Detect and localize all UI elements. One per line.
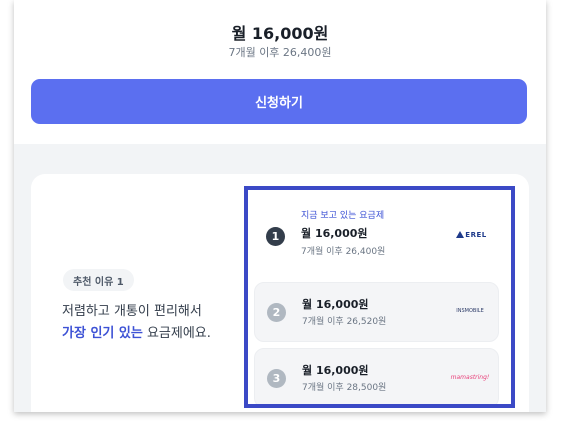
carrier-logo-text: EREL: [465, 231, 487, 239]
carrier-logo-icon: mamastring!: [448, 369, 492, 385]
reason-text-line2: 가장 인기 있는 요금제에요.: [62, 322, 211, 341]
reason-badge: 추천 이유 1: [63, 269, 134, 291]
rank-number-badge: 3: [267, 369, 286, 388]
plan-rank-item-3[interactable]: 3 월 16,000원 7개월 이후 28,500원 mamastring!: [254, 348, 499, 404]
plan-rank-item-1[interactable]: 1 지금 보고 있는 요금제 월 16,000원 7개월 이후 26,400원 …: [254, 200, 499, 270]
plan-item-price-after: 7개월 이후 28,500원: [302, 383, 387, 393]
plan-item-price-after: 7개월 이후 26,520원: [302, 317, 387, 327]
apply-button[interactable]: 신청하기: [31, 79, 527, 124]
reason-rest-text: 요금제에요.: [142, 326, 211, 341]
price-summary-section: 월 16,000원 7개월 이후 26,400원 신청하기: [14, 0, 546, 144]
carrier-logo-icon: EREL: [449, 227, 493, 243]
carrier-logo-text: mamastring!: [450, 373, 490, 381]
reason-highlight-text: 가장 인기 있는: [62, 326, 143, 341]
carrier-logo-icon: INSMOBILE: [448, 303, 492, 319]
plan-item-price: 월 16,000원: [302, 364, 369, 377]
plan-ranking-list: 1 지금 보고 있는 요금제 월 16,000원 7개월 이후 26,400원 …: [244, 186, 515, 408]
plan-rank-item-2[interactable]: 2 월 16,000원 7개월 이후 26,520원 INSMOBILE: [254, 282, 499, 342]
plan-item-price-after: 7개월 이후 26,400원: [301, 247, 386, 257]
plan-price-after-promo: 7개월 이후 26,400원: [228, 46, 332, 59]
plan-item-price: 월 16,000원: [301, 227, 368, 240]
rank-number-badge: 1: [266, 227, 285, 246]
current-plan-tag: 지금 보고 있는 요금제: [301, 211, 385, 221]
rank-number-badge: 2: [267, 303, 286, 322]
reason-text-line1: 저렴하고 개통이 편리해서: [62, 304, 202, 319]
plan-price: 월 16,000원: [231, 24, 329, 43]
carrier-logo-text: INSMOBILE: [456, 308, 484, 314]
plan-item-price: 월 16,000원: [302, 298, 369, 311]
logo-mark-icon: [456, 231, 465, 238]
